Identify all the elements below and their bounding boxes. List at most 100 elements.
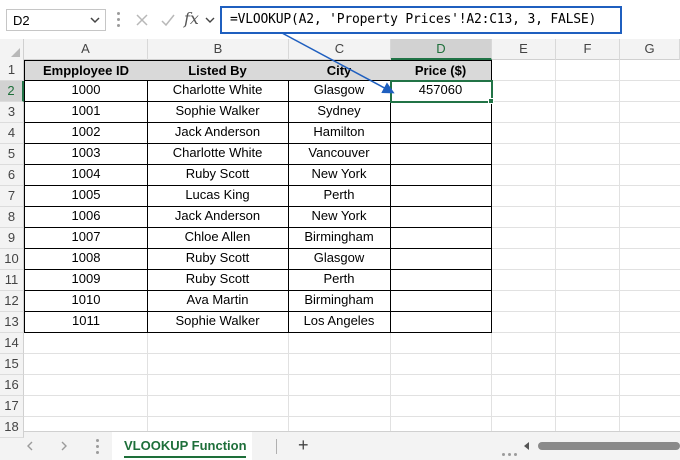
cancel-icon[interactable] (134, 12, 150, 28)
enter-checkmark-icon[interactable] (160, 12, 176, 28)
table-cell[interactable]: 1001 (24, 101, 148, 123)
table-cell[interactable] (390, 311, 492, 333)
table-header-cell[interactable]: Price ($) (390, 60, 492, 81)
select-all-corner[interactable] (0, 39, 24, 60)
row-header-7[interactable]: 7 (0, 186, 24, 207)
column-header-f[interactable]: F (556, 39, 620, 60)
table-cell[interactable]: 1004 (24, 164, 148, 186)
more-tabs-icon[interactable] (96, 439, 99, 457)
table-cell[interactable]: Jack Anderson (147, 206, 289, 228)
table-cell[interactable]: New York (288, 164, 391, 186)
row-header-13[interactable]: 13 (0, 312, 24, 333)
gridline-vertical (619, 60, 620, 431)
name-box[interactable]: D2 (6, 9, 106, 31)
table-cell[interactable]: Birmingham (288, 290, 391, 312)
table-cell[interactable]: Perth (288, 269, 391, 291)
row-header-17[interactable]: 17 (0, 396, 24, 417)
row-header-4[interactable]: 4 (0, 123, 24, 144)
table-cell[interactable]: Lucas King (147, 185, 289, 207)
table-cell[interactable]: 1000 (24, 80, 148, 102)
row-header-18[interactable]: 18 (0, 417, 24, 438)
gridline-horizontal (24, 416, 680, 417)
table-cell[interactable]: 1002 (24, 122, 148, 144)
table-cell[interactable] (390, 101, 492, 123)
spreadsheet-grid[interactable]: Empployee ID Listed By City Price ($) 1000 Ch… (24, 60, 680, 438)
table-cell[interactable]: 1010 (24, 290, 148, 312)
column-header-c[interactable]: C (289, 39, 391, 60)
table-cell[interactable]: Sophie Walker (147, 311, 289, 333)
table-cell[interactable] (390, 185, 492, 207)
table-cell[interactable] (390, 227, 492, 249)
row-header-12[interactable]: 12 (0, 291, 24, 312)
table-cell[interactable]: 1008 (24, 248, 148, 270)
table-cell[interactable] (390, 164, 492, 186)
row-header-2[interactable]: 2 (0, 81, 24, 102)
table-cell[interactable]: Hamilton (288, 122, 391, 144)
table-cell[interactable]: Charlotte White (147, 143, 289, 165)
table-cell[interactable]: Glasgow (288, 248, 391, 270)
table-cell[interactable]: Sophie Walker (147, 101, 289, 123)
row-header-1[interactable]: 1 (0, 60, 24, 81)
row-header-6[interactable]: 6 (0, 165, 24, 186)
table-cell[interactable]: Ava Martin (147, 290, 289, 312)
table-cell[interactable]: 457060 (390, 80, 492, 102)
row-header-10[interactable]: 10 (0, 249, 24, 270)
chevron-left-icon[interactable] (24, 440, 36, 452)
row-header-5[interactable]: 5 (0, 144, 24, 165)
row-header-11[interactable]: 11 (0, 270, 24, 291)
table-cell[interactable]: Charlotte White (147, 80, 289, 102)
chevron-down-icon[interactable] (88, 13, 102, 27)
chevron-down-icon[interactable] (204, 14, 216, 26)
row-header-14[interactable]: 14 (0, 333, 24, 354)
table-cell[interactable]: Ruby Scott (147, 164, 289, 186)
table-cell[interactable]: Jack Anderson (147, 122, 289, 144)
table-cell[interactable]: Glasgow (288, 80, 391, 102)
row-header-9[interactable]: 9 (0, 228, 24, 249)
table-cell[interactable]: 1005 (24, 185, 148, 207)
table-cell[interactable]: 1009 (24, 269, 148, 291)
table-cell[interactable]: Vancouver (288, 143, 391, 165)
table-header-cell[interactable]: Listed By (147, 60, 289, 81)
table-cell[interactable] (390, 248, 492, 270)
table-cell[interactable]: 1011 (24, 311, 148, 333)
row-header-16[interactable]: 16 (0, 375, 24, 396)
sheet-tab-active[interactable]: VLOOKUP Function (112, 432, 252, 460)
tab-divider (276, 439, 277, 454)
table-cell[interactable]: 1006 (24, 206, 148, 228)
row-header-8[interactable]: 8 (0, 207, 24, 228)
scroll-split-handle-icon[interactable] (502, 444, 520, 459)
column-header-b[interactable]: B (148, 39, 289, 60)
row-header-15[interactable]: 15 (0, 354, 24, 375)
chevron-right-icon[interactable] (58, 440, 70, 452)
horizontal-scrollbar-thumb[interactable] (538, 442, 680, 450)
column-header-g[interactable]: G (620, 39, 680, 60)
table-cell[interactable]: Ruby Scott (147, 248, 289, 270)
table-cell[interactable]: 1003 (24, 143, 148, 165)
table-cell[interactable] (390, 143, 492, 165)
scroll-left-icon[interactable] (522, 441, 532, 451)
column-header-a[interactable]: A (24, 39, 148, 60)
table-cell[interactable] (390, 269, 492, 291)
insert-function-icon[interactable]: fx (184, 9, 199, 28)
add-sheet-button[interactable]: + (298, 436, 309, 454)
table-cell[interactable] (390, 122, 492, 144)
table-header-cell[interactable]: City (288, 60, 391, 81)
table-header-cell[interactable]: Empployee ID (24, 60, 148, 81)
table-cell[interactable]: Chloe Allen (147, 227, 289, 249)
table-cell[interactable]: Ruby Scott (147, 269, 289, 291)
column-header-e[interactable]: E (492, 39, 556, 60)
table-cell[interactable]: Sydney (288, 101, 391, 123)
column-header-d[interactable]: D (391, 39, 492, 60)
fill-handle[interactable] (488, 98, 494, 104)
row-header-3[interactable]: 3 (0, 102, 24, 123)
table-cell[interactable] (390, 290, 492, 312)
table-cell[interactable] (390, 206, 492, 228)
table-cell[interactable]: Los Angeles (288, 311, 391, 333)
gridline-horizontal (24, 353, 680, 354)
table-cell[interactable]: Perth (288, 185, 391, 207)
drag-handle-icon[interactable] (117, 12, 120, 28)
formula-input[interactable]: =VLOOKUP(A2, 'Property Prices'!A2:C13, 3… (220, 6, 622, 34)
table-cell[interactable]: New York (288, 206, 391, 228)
table-cell[interactable]: Birmingham (288, 227, 391, 249)
table-cell[interactable]: 1007 (24, 227, 148, 249)
